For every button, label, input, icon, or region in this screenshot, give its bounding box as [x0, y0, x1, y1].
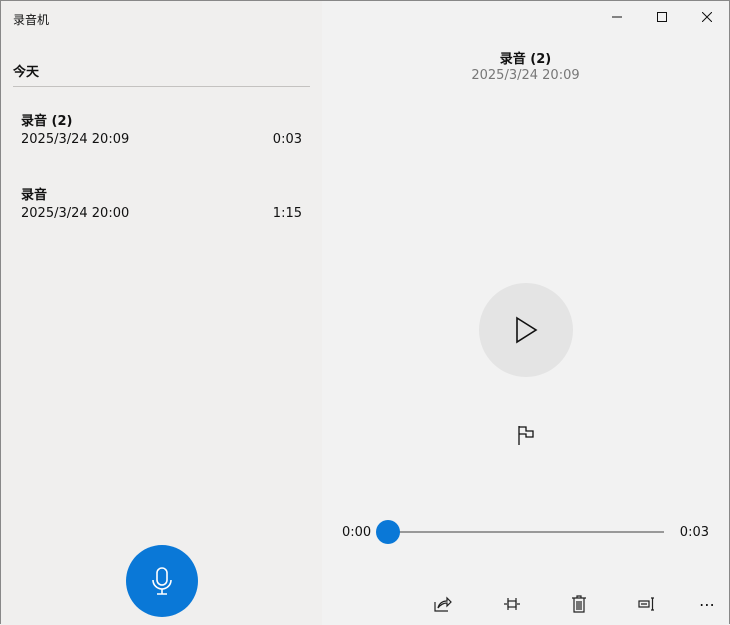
- recording-date: 2025/3/24 20:09: [21, 132, 130, 147]
- close-button[interactable]: [684, 1, 729, 33]
- group-header: 今天: [13, 65, 40, 80]
- share-button[interactable]: [428, 593, 458, 615]
- microphone-icon: [152, 567, 172, 595]
- recording-name: 录音 (2): [21, 114, 73, 129]
- play-button[interactable]: [479, 283, 573, 377]
- total-time: 0:03: [679, 525, 709, 540]
- recording-date: 2025/3/24 20:09: [471, 68, 580, 83]
- recording-date: 2025/3/24 20:00: [21, 206, 130, 221]
- trim-button[interactable]: [497, 593, 527, 615]
- more-icon: ⋯: [699, 594, 715, 614]
- add-marker-button[interactable]: [517, 425, 535, 449]
- recordings-pane: 录音机 今天 录音 (2) 2025/3/24 20:09 0:03 录音 20…: [1, 1, 322, 625]
- app-title: 录音机: [13, 13, 50, 27]
- seek-slider[interactable]: [388, 531, 664, 533]
- maximize-button[interactable]: [639, 1, 684, 33]
- recording-duration: 0:03: [272, 132, 302, 147]
- share-icon: [434, 596, 452, 612]
- window-controls: [594, 1, 729, 33]
- recording-name: 录音: [21, 188, 48, 203]
- close-icon: [701, 12, 712, 22]
- record-button[interactable]: [126, 545, 198, 617]
- list-item[interactable]: 录音 2025/3/24 20:00 1:15: [1, 184, 322, 244]
- flag-icon: [518, 426, 534, 445]
- list-item[interactable]: 录音 (2) 2025/3/24 20:09 0:03: [1, 110, 322, 170]
- current-time: 0:00: [342, 525, 372, 540]
- recording-duration: 1:15: [272, 206, 302, 221]
- maximize-icon: [656, 12, 667, 22]
- rename-icon: [638, 597, 654, 611]
- rename-button[interactable]: [632, 593, 662, 615]
- player-pane: 录音 (2) 2025/3/24 20:09 0:00 0:03 ⋯: [322, 1, 729, 625]
- seek-thumb[interactable]: [376, 520, 400, 544]
- recording-title: 录音 (2): [499, 52, 552, 67]
- play-icon: [516, 316, 538, 344]
- divider: [13, 86, 310, 87]
- trash-icon: [572, 595, 586, 613]
- more-button[interactable]: ⋯: [692, 593, 722, 615]
- minimize-icon: [611, 16, 622, 18]
- minimize-button[interactable]: [594, 1, 639, 33]
- delete-button[interactable]: [564, 593, 594, 615]
- trim-icon: [504, 598, 520, 610]
